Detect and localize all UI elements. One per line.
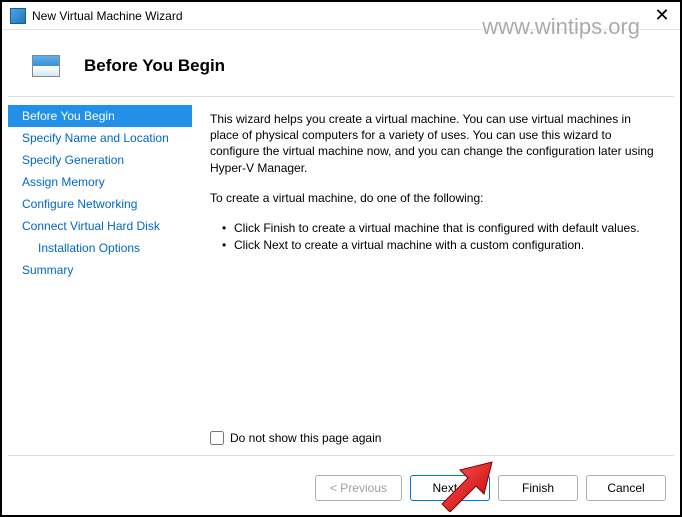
lead-text: To create a virtual machine, do one of t… (210, 190, 658, 206)
dont-show-checkbox[interactable] (210, 431, 224, 445)
close-icon[interactable]: ✕ (650, 4, 674, 28)
sidebar-item-summary[interactable]: Summary (8, 259, 192, 281)
sidebar-item-before-you-begin[interactable]: Before You Begin (8, 105, 192, 127)
content: Before You Begin Specify Name and Locati… (8, 96, 674, 456)
intro-text: This wizard helps you create a virtual m… (210, 111, 658, 176)
cancel-button[interactable]: Cancel (586, 475, 666, 501)
sidebar-item-specify-name[interactable]: Specify Name and Location (8, 127, 192, 149)
titlebar: New Virtual Machine Wizard ✕ (2, 2, 680, 30)
main-panel: This wizard helps you create a virtual m… (192, 97, 674, 455)
sidebar-item-installation-options[interactable]: Installation Options (8, 237, 192, 259)
wizard-header: Before You Begin (2, 30, 680, 96)
sidebar-item-assign-memory[interactable]: Assign Memory (8, 171, 192, 193)
finish-button[interactable]: Finish (498, 475, 578, 501)
wizard-header-icon (32, 55, 60, 77)
sidebar-item-connect-vhd[interactable]: Connect Virtual Hard Disk (8, 215, 192, 237)
page-title: Before You Begin (84, 56, 225, 76)
previous-button: < Previous (315, 475, 402, 501)
app-icon (10, 8, 26, 24)
bullet-item: Click Next to create a virtual machine w… (222, 237, 658, 254)
bullet-list: Click Finish to create a virtual machine… (222, 220, 658, 254)
button-row: < Previous Next > Finish Cancel (315, 475, 666, 501)
sidebar: Before You Begin Specify Name and Locati… (8, 97, 192, 455)
dont-show-label: Do not show this page again (230, 431, 381, 445)
next-button[interactable]: Next > (410, 475, 490, 501)
sidebar-item-configure-networking[interactable]: Configure Networking (8, 193, 192, 215)
window-title: New Virtual Machine Wizard (32, 9, 183, 23)
dont-show-row: Do not show this page again (210, 431, 381, 445)
sidebar-item-specify-generation[interactable]: Specify Generation (8, 149, 192, 171)
bullet-item: Click Finish to create a virtual machine… (222, 220, 658, 237)
